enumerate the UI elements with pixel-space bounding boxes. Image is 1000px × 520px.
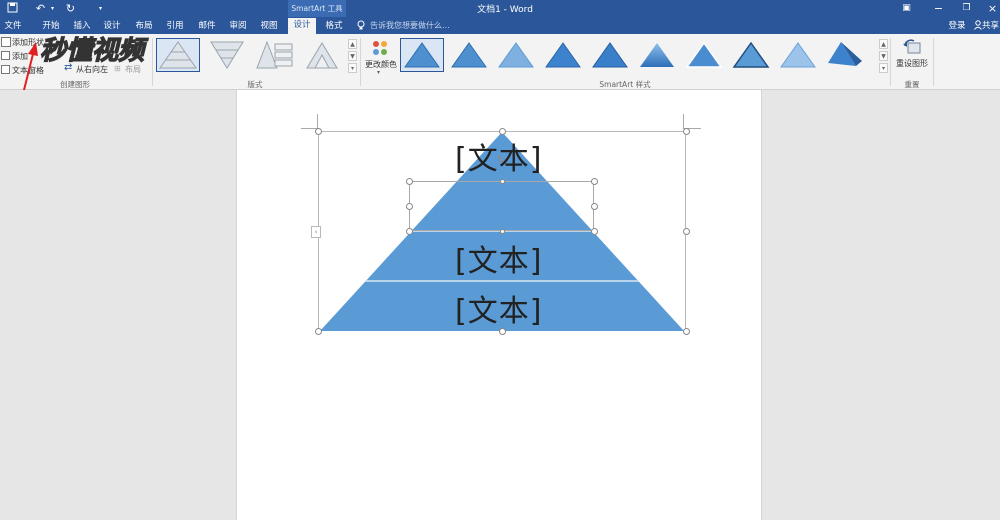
- ribbon-tab-bar: 文件 开始 插入 设计 布局 引用 邮件 审阅 视图 设计 格式 告诉我您想要做…: [0, 17, 1000, 34]
- window-title: 文档1 - Word: [477, 5, 533, 15]
- style-simple-fill[interactable]: [400, 38, 444, 72]
- tab-home[interactable]: 开始: [38, 19, 64, 33]
- style-3d-brick[interactable]: [823, 38, 867, 72]
- layout-scroll-up[interactable]: ▲: [348, 39, 357, 49]
- group-separator: [360, 38, 361, 86]
- style-white-outline[interactable]: [447, 38, 491, 72]
- tab-references[interactable]: 引用: [162, 19, 188, 33]
- add-shape-icon: [1, 37, 11, 47]
- redo-icon[interactable]: ↻: [64, 2, 77, 15]
- resize-handle[interactable]: [314, 127, 322, 135]
- resize-handle[interactable]: [314, 327, 322, 335]
- ribbon-panel: 添加形状 添加 文本窗格 ⇄ 从右向左 ⊞ 布局 创建图形 秒懂视频 ▲ ▼ ▾…: [0, 34, 1000, 90]
- shape-resize-handle[interactable]: [499, 178, 505, 184]
- title-bar: ↶ ▾ ↻ ▾ SmartArt 工具 文档1 - Word ▣ − ❐ ×: [0, 0, 1000, 17]
- layout-segmented-pyramid[interactable]: [300, 38, 344, 72]
- reset-group-label: 重置: [904, 80, 920, 89]
- tell-me-search[interactable]: 告诉我您想要做什么...: [370, 20, 510, 32]
- shape-resize-handle[interactable]: [405, 227, 413, 235]
- selected-shape-frame[interactable]: [409, 181, 594, 231]
- tab-smartart-design[interactable]: 设计: [288, 18, 316, 34]
- layout-scroll-down[interactable]: ▼: [348, 51, 357, 61]
- shape-resize-handle[interactable]: [590, 202, 598, 210]
- layout-gallery-more[interactable]: ▾: [348, 63, 357, 73]
- smartart-styles-gallery: [400, 38, 878, 72]
- style-moderate-effect[interactable]: [541, 38, 585, 72]
- tab-design[interactable]: 设计: [100, 19, 124, 33]
- change-colors-dropdown-icon[interactable]: ▾: [377, 69, 385, 76]
- margin-mark: [683, 114, 684, 128]
- style-subtle-effect[interactable]: [494, 38, 538, 72]
- pyramid-level-2-text[interactable]: [文本]: [455, 236, 542, 280]
- style-intense-effect[interactable]: [588, 38, 632, 72]
- shape-resize-handle[interactable]: [590, 227, 598, 235]
- tab-file[interactable]: 文件: [2, 19, 24, 33]
- add-bullet-icon: [1, 51, 10, 60]
- tab-view[interactable]: 视图: [256, 19, 282, 33]
- tab-mailings[interactable]: 邮件: [195, 19, 219, 33]
- styles-gallery-more[interactable]: ▾: [879, 63, 888, 73]
- reset-graphic-button[interactable]: 重设图形: [893, 58, 931, 69]
- document-area: ‹ [文本] [文本] [文本] ↻: [0, 90, 1000, 520]
- style-powder[interactable]: [776, 38, 820, 72]
- resize-handle[interactable]: [498, 127, 506, 135]
- smartart-styles-group-label: SmartArt 样式: [599, 80, 651, 89]
- tab-insert[interactable]: 插入: [70, 19, 94, 33]
- tab-review[interactable]: 审阅: [226, 19, 250, 33]
- restore-icon[interactable]: ❐: [960, 2, 973, 15]
- layouts-group-label: 版式: [247, 80, 263, 89]
- resize-handle[interactable]: [682, 127, 690, 135]
- close-icon[interactable]: ×: [986, 2, 999, 15]
- tab-smartart-format[interactable]: 格式: [320, 19, 348, 33]
- person-icon: [974, 20, 982, 30]
- tab-layout[interactable]: 布局: [132, 19, 156, 33]
- styles-scroll-up[interactable]: ▲: [879, 39, 888, 49]
- pyramid-level-3-text[interactable]: [文本]: [455, 286, 542, 330]
- rotate-handle-icon[interactable]: ↻: [495, 154, 507, 166]
- signin-link[interactable]: 登录: [944, 19, 970, 33]
- group-separator: [890, 38, 891, 86]
- layout-basic-pyramid[interactable]: [156, 38, 200, 72]
- shape-resize-handle[interactable]: [590, 177, 598, 185]
- margin-mark: [317, 114, 318, 128]
- ribbon-display-icon[interactable]: ▣: [900, 2, 913, 15]
- style-inset[interactable]: [682, 38, 726, 72]
- document-page[interactable]: ‹ [文本] [文本] [文本] ↻: [236, 90, 762, 520]
- layout-inverted-pyramid[interactable]: [205, 38, 249, 72]
- shape-resize-handle[interactable]: [405, 177, 413, 185]
- share-button[interactable]: 共享: [982, 19, 1000, 33]
- customize-qat-icon[interactable]: ▾: [94, 2, 107, 15]
- resize-handle[interactable]: [682, 327, 690, 335]
- color-palette-icon: [370, 38, 390, 58]
- undo-dropdown-icon[interactable]: ▾: [46, 2, 59, 15]
- style-polished[interactable]: [635, 38, 679, 72]
- shape-resize-handle[interactable]: [405, 202, 413, 210]
- resize-handle[interactable]: [682, 227, 690, 235]
- reset-graphic-icon: [902, 38, 922, 56]
- lightbulb-icon: [356, 20, 367, 31]
- text-pane-icon: [1, 65, 10, 74]
- group-separator: [933, 38, 934, 86]
- save-icon[interactable]: [6, 2, 19, 15]
- style-cartoon[interactable]: [729, 38, 773, 72]
- minimize-icon[interactable]: −: [932, 2, 945, 15]
- resize-handle[interactable]: [498, 327, 506, 335]
- shape-resize-handle[interactable]: [499, 228, 505, 234]
- styles-scroll-down[interactable]: ▼: [879, 51, 888, 61]
- layout-pyramid-list[interactable]: [254, 38, 298, 72]
- smartart-tools-label: SmartArt 工具: [288, 0, 346, 17]
